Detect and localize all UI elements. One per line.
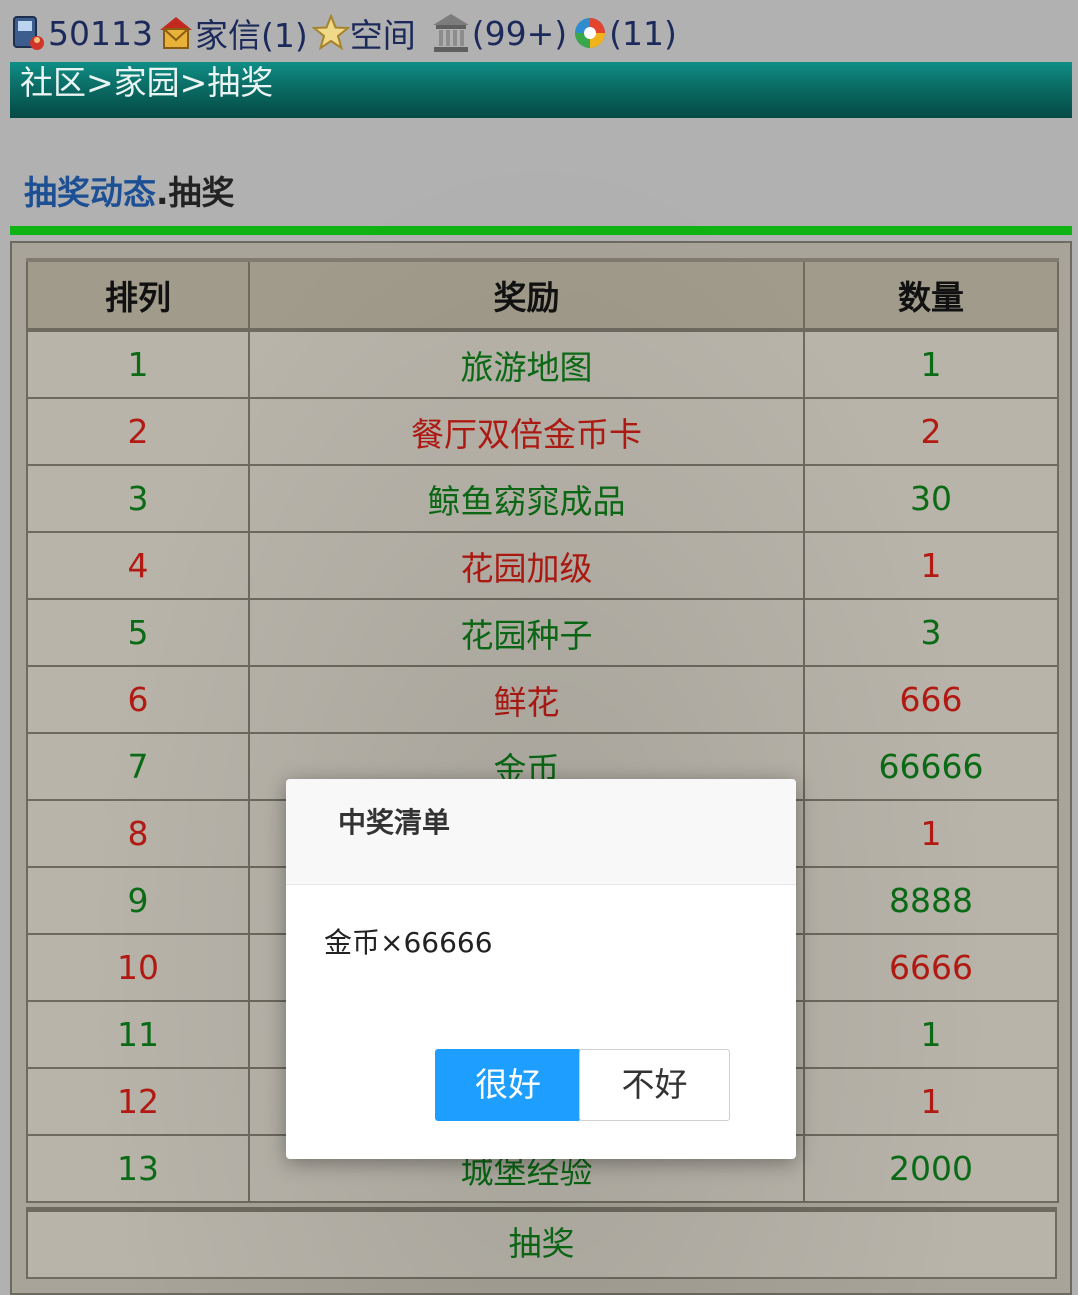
- quantity-cell: 2000: [803, 1134, 1059, 1203]
- table-row: 1 旅游地图 1: [26, 329, 1059, 399]
- bank-icon[interactable]: [430, 11, 472, 55]
- table-row: 4 花园加级 1: [26, 531, 1059, 600]
- space-link[interactable]: 空间: [350, 9, 416, 57]
- accent-divider: [10, 226, 1072, 235]
- dialog-message: 金币×66666: [324, 926, 493, 959]
- reward-cell: 鲸鱼窈窕成品: [248, 464, 805, 533]
- quantity-cell: 66666: [803, 732, 1059, 801]
- rank-cell: 7: [26, 732, 250, 801]
- quantity-cell: 8888: [803, 866, 1059, 935]
- rank-cell: 2: [26, 397, 250, 466]
- star-icon[interactable]: [311, 13, 351, 52]
- page-title: 抽奖: [168, 173, 235, 212]
- dialog-title: 中奖清单: [286, 779, 796, 885]
- rank-cell: 10: [26, 933, 250, 1002]
- table-row: 5 花园种子 3: [26, 598, 1059, 667]
- phone-user-icon[interactable]: [10, 14, 48, 52]
- quantity-cell: 1: [803, 1000, 1059, 1069]
- quantity-cell: 30: [803, 464, 1059, 533]
- table-header-row: 排列 奖励 数量: [26, 258, 1059, 332]
- section-title: 抽奖动态.抽奖: [24, 166, 235, 214]
- header-quantity: 数量: [803, 258, 1059, 332]
- table-row: 6 鲜花 666: [26, 665, 1059, 734]
- reward-cell: 旅游地图: [248, 329, 805, 399]
- quantity-cell: 1: [803, 1067, 1059, 1136]
- table-row: 3 鲸鱼窈窕成品 30: [26, 464, 1059, 533]
- title-separator: .: [156, 173, 169, 212]
- rank-cell: 3: [26, 464, 250, 533]
- lottery-feed-link[interactable]: 抽奖动态: [24, 173, 156, 212]
- user-id[interactable]: 50113: [48, 14, 153, 53]
- breadcrumb: 社区>家园>抽奖: [10, 62, 1072, 118]
- quantity-cell: 666: [803, 665, 1059, 734]
- top-status-bar: 50113 家信(1) 空间 (99+) (11): [10, 6, 681, 60]
- rank-cell: 13: [26, 1134, 250, 1203]
- photo-count[interactable]: (11): [609, 14, 677, 53]
- reward-cell: 花园种子: [248, 598, 805, 667]
- rank-cell: 6: [26, 665, 250, 734]
- rank-cell: 1: [26, 329, 250, 399]
- cancel-button[interactable]: 不好: [579, 1049, 730, 1121]
- rank-cell: 11: [26, 1000, 250, 1069]
- photo-aperture-icon[interactable]: [571, 14, 609, 52]
- prize-dialog: 中奖清单 金币×66666 很好 不好: [286, 779, 796, 1159]
- rank-cell: 4: [26, 531, 250, 600]
- mail-link[interactable]: 家信(1): [195, 9, 308, 57]
- rank-cell: 8: [26, 799, 250, 868]
- header-reward: 奖励: [248, 258, 805, 332]
- quantity-cell: 1: [803, 531, 1059, 600]
- quantity-cell: 3: [803, 598, 1059, 667]
- quantity-cell: 1: [803, 799, 1059, 868]
- reward-cell: 花园加级: [248, 531, 805, 600]
- draw-button[interactable]: 抽奖: [26, 1207, 1057, 1279]
- table-row: 2 餐厅双倍金币卡 2: [26, 397, 1059, 466]
- reward-cell: 餐厅双倍金币卡: [248, 397, 805, 466]
- reward-cell: 鲜花: [248, 665, 805, 734]
- mail-house-icon[interactable]: [157, 14, 195, 52]
- rank-cell: 5: [26, 598, 250, 667]
- quantity-cell: 2: [803, 397, 1059, 466]
- ok-button[interactable]: 很好: [435, 1049, 581, 1121]
- header-rank: 排列: [26, 258, 250, 332]
- rank-cell: 12: [26, 1067, 250, 1136]
- quantity-cell: 1: [803, 329, 1059, 399]
- quantity-cell: 6666: [803, 933, 1059, 1002]
- rank-cell: 9: [26, 866, 250, 935]
- bank-count[interactable]: (99+): [472, 14, 567, 53]
